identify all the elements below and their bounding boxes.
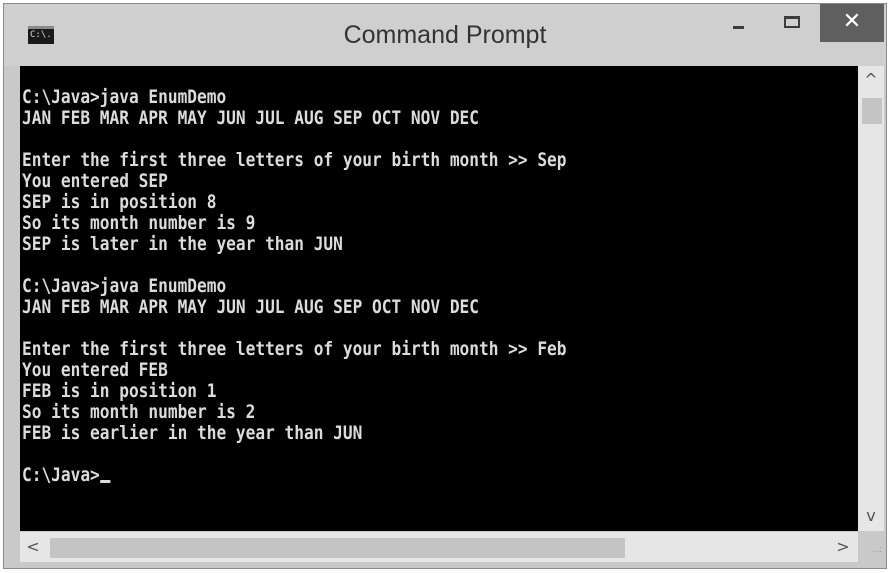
title-bar[interactable]: C:\. Command Prompt ✕ — [4, 4, 886, 66]
scroll-up-icon[interactable]: ^ — [858, 70, 884, 90]
close-icon: ✕ — [842, 9, 862, 34]
console-line: You entered SEP — [22, 170, 168, 192]
prompt-line[interactable]: C:\Java> — [22, 465, 110, 486]
vertical-scrollbar[interactable]: ^ v — [858, 66, 884, 531]
console-line: C:\Java>java EnumDemo — [22, 86, 227, 108]
scroll-left-icon[interactable]: < — [20, 537, 46, 557]
horizontal-scroll-thumb[interactable] — [50, 538, 625, 558]
scroll-right-icon[interactable]: > — [830, 537, 856, 557]
text-cursor — [99, 480, 110, 483]
resize-grip-icon[interactable]: ..: — [860, 536, 882, 562]
console-line: So its month number is 2 — [22, 401, 256, 423]
console-output[interactable]: C:\Java>java EnumDemo JAN FEB MAR APR MA… — [20, 66, 858, 531]
close-button[interactable]: ✕ — [820, 4, 884, 42]
minimize-button[interactable] — [716, 4, 760, 44]
console-line: You entered FEB — [22, 359, 168, 381]
console-line: Enter the first three letters of your bi… — [22, 338, 567, 360]
command-prompt-window: C:\. Command Prompt ✕ C:\Java>java EnumD… — [3, 3, 887, 569]
console-line: SEP is in position 8 — [22, 191, 217, 213]
console-line: Enter the first three letters of your bi… — [22, 149, 567, 171]
console-line: FEB is earlier in the year than JUN — [22, 422, 363, 444]
prompt-text: C:\Java> — [22, 464, 100, 486]
vertical-scroll-thumb[interactable] — [862, 98, 882, 124]
console-line: SEP is later in the year than JUN — [22, 233, 343, 255]
console-line: FEB is in position 1 — [22, 380, 217, 402]
scroll-down-icon[interactable]: v — [858, 506, 884, 526]
console-line: C:\Java>java EnumDemo — [22, 275, 227, 297]
horizontal-scrollbar[interactable]: < > — [20, 532, 858, 562]
maximize-button[interactable] — [768, 4, 816, 44]
console-line: So its month number is 9 — [22, 212, 256, 234]
console-line: JAN FEB MAR APR MAY JUN JUL AUG SEP OCT … — [22, 296, 479, 318]
console-line: JAN FEB MAR APR MAY JUN JUL AUG SEP OCT … — [22, 107, 479, 129]
